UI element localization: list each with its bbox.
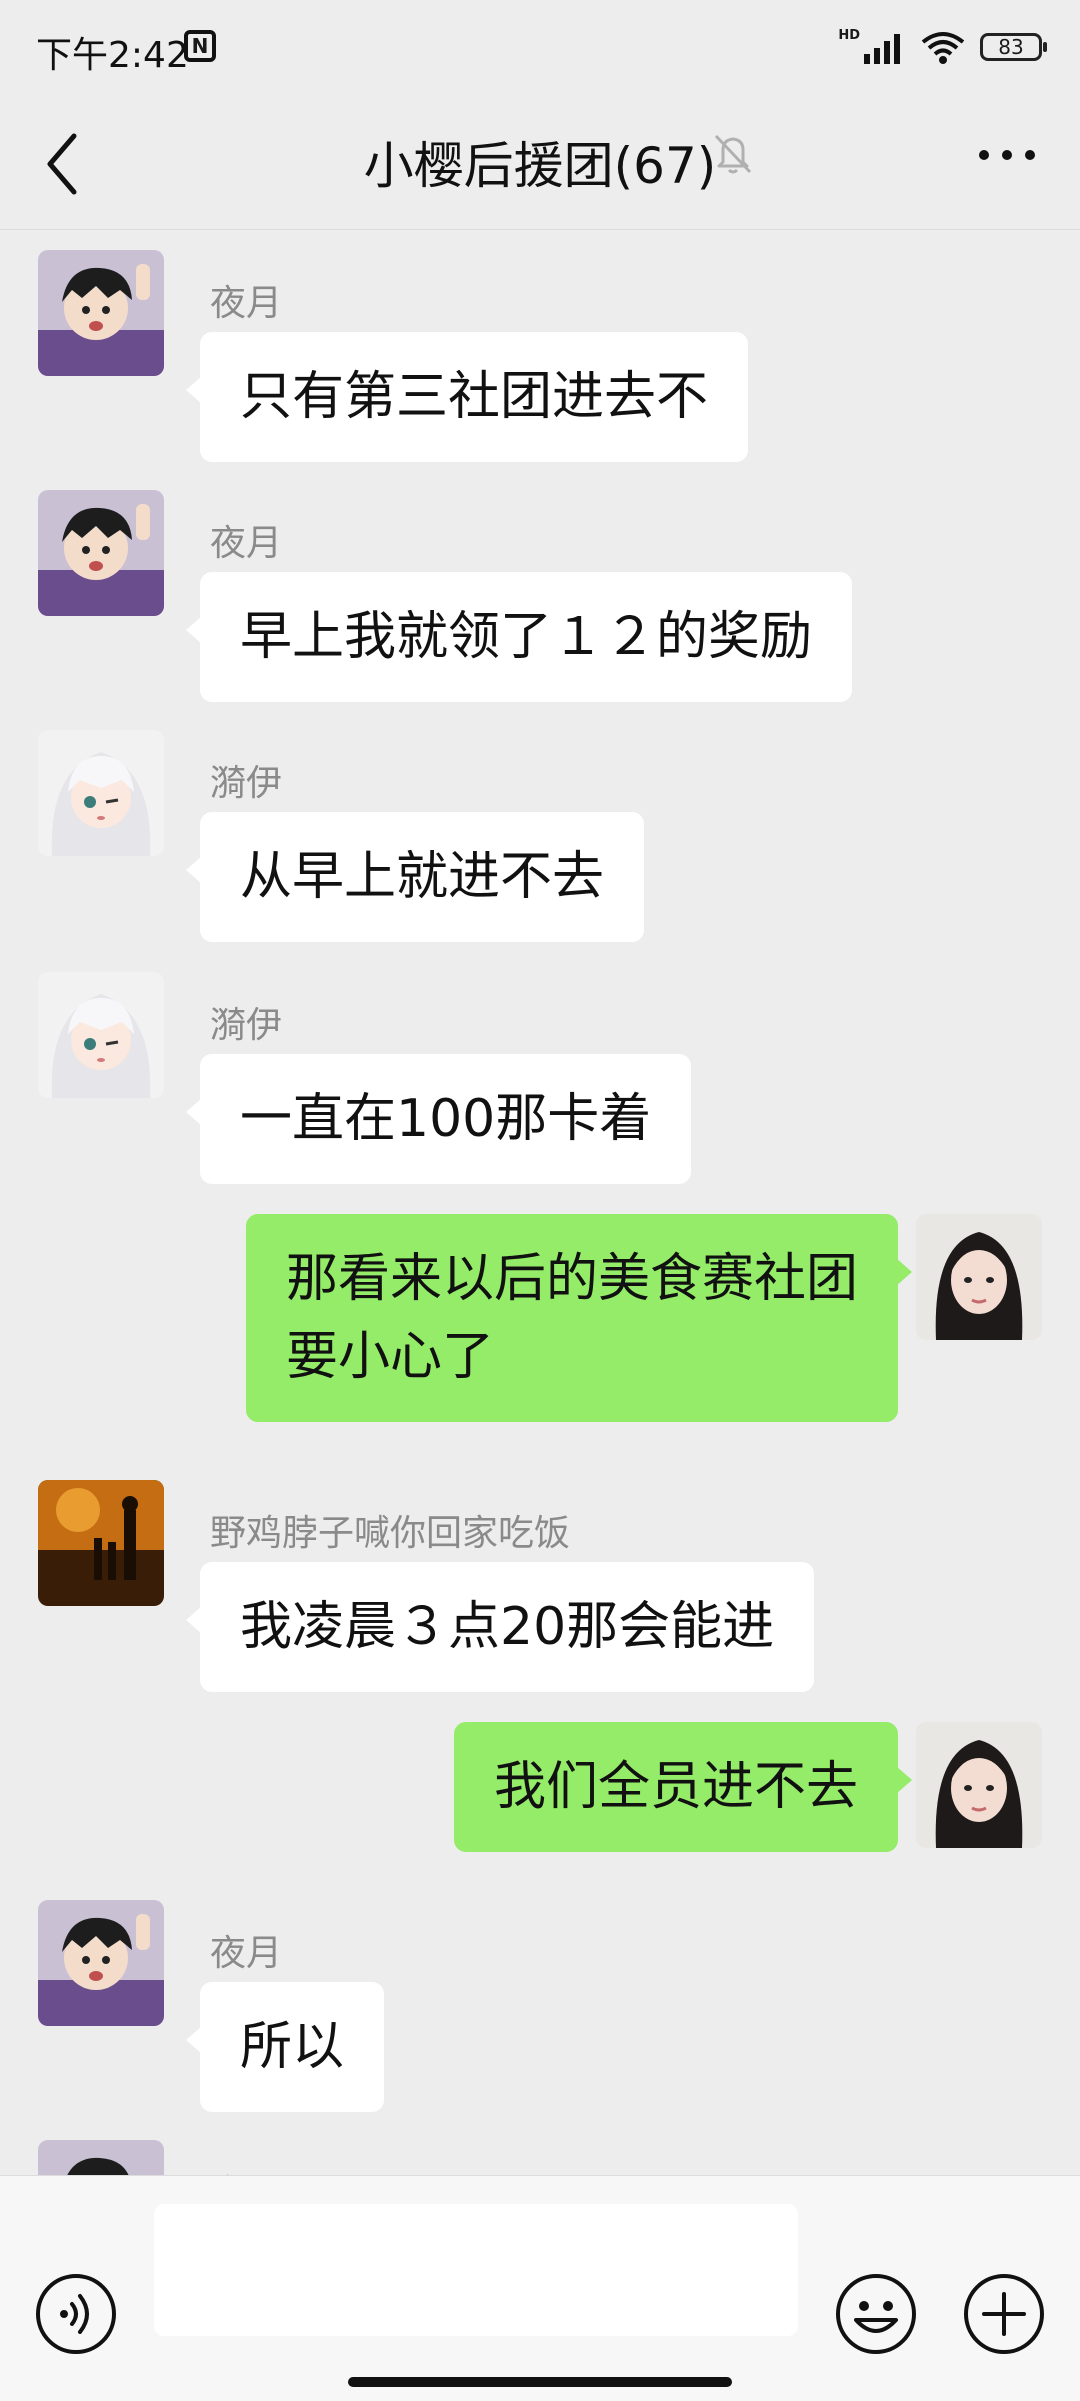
message-bubble[interactable]: 所以	[185, 1982, 385, 2112]
message-bubble[interactable]: 只有第三社团进去不	[185, 332, 749, 462]
battery-icon: 83	[980, 33, 1047, 61]
sender-name: 漪伊	[210, 1005, 283, 1046]
sender-name: 漪伊	[210, 763, 283, 804]
night-rain-avatar[interactable]	[38, 1480, 164, 1606]
home-indicator[interactable]	[348, 2377, 732, 2387]
status-time: 下午2:42	[36, 35, 189, 76]
message-bubble[interactable]: 一直在100那卡着	[185, 1054, 692, 1184]
anime-boy-avatar[interactable]	[38, 250, 164, 376]
signal-icon	[864, 34, 900, 64]
sender-name: 野鸡脖子喊你回家吃饭	[210, 1513, 571, 1554]
status-icons: HD 83	[838, 27, 1047, 64]
nfc-icon: N	[184, 30, 216, 62]
sender-name: 夜月	[210, 283, 283, 324]
input-bar	[0, 2175, 1080, 2401]
hd-label: HD	[838, 27, 860, 43]
message-bubble[interactable]: 从早上就进不去	[185, 812, 645, 942]
message-list[interactable]: 夜月 只有第三社团进去不 夜月 早上我就领了１２的奖励 漪伊 从早上就进不去 漪…	[0, 230, 1080, 2175]
wifi-icon	[921, 32, 965, 64]
sender-name: 夜月	[210, 2164, 282, 2175]
message-line: 那看来以后的美食赛社团	[285, 1249, 858, 1309]
anime-boy-avatar[interactable]	[38, 490, 164, 616]
emoji-icon[interactable]	[834, 2272, 918, 2356]
sender-name: 夜月	[210, 1933, 283, 1974]
white-hair-girl-avatar[interactable]	[38, 972, 164, 1098]
message-bubble[interactable]: 我凌晨３点20那会能进	[185, 1562, 815, 1692]
message-bubble[interactable]: 早上我就领了１２的奖励	[185, 572, 853, 702]
white-hair-girl-avatar[interactable]	[38, 730, 164, 856]
status-bar: 下午2:42 N HD 83	[0, 0, 1080, 100]
mute-bell-icon	[714, 134, 752, 174]
chat-header: 小樱后援团(67)	[0, 100, 1080, 230]
anime-boy-avatar[interactable]	[38, 1900, 164, 2026]
self-avatar[interactable]	[916, 1214, 1042, 1340]
sender-name: 夜月	[210, 523, 283, 564]
message-bubble[interactable]: 我们全员进不去	[453, 1722, 913, 1852]
voice-input-icon[interactable]	[34, 2272, 118, 2356]
message-input[interactable]	[154, 2204, 798, 2336]
self-avatar[interactable]	[916, 1722, 1042, 1848]
more-options-icon[interactable]	[972, 130, 1042, 180]
anime-boy-avatar[interactable]	[38, 2140, 164, 2175]
message-line: 要小心了	[285, 1327, 494, 1387]
plus-icon[interactable]	[962, 2272, 1046, 2356]
message-bubble[interactable]: 那看来以后的美食赛社团 要小心了	[245, 1214, 913, 1422]
chat-title: 小樱后援团(67)	[363, 137, 717, 195]
